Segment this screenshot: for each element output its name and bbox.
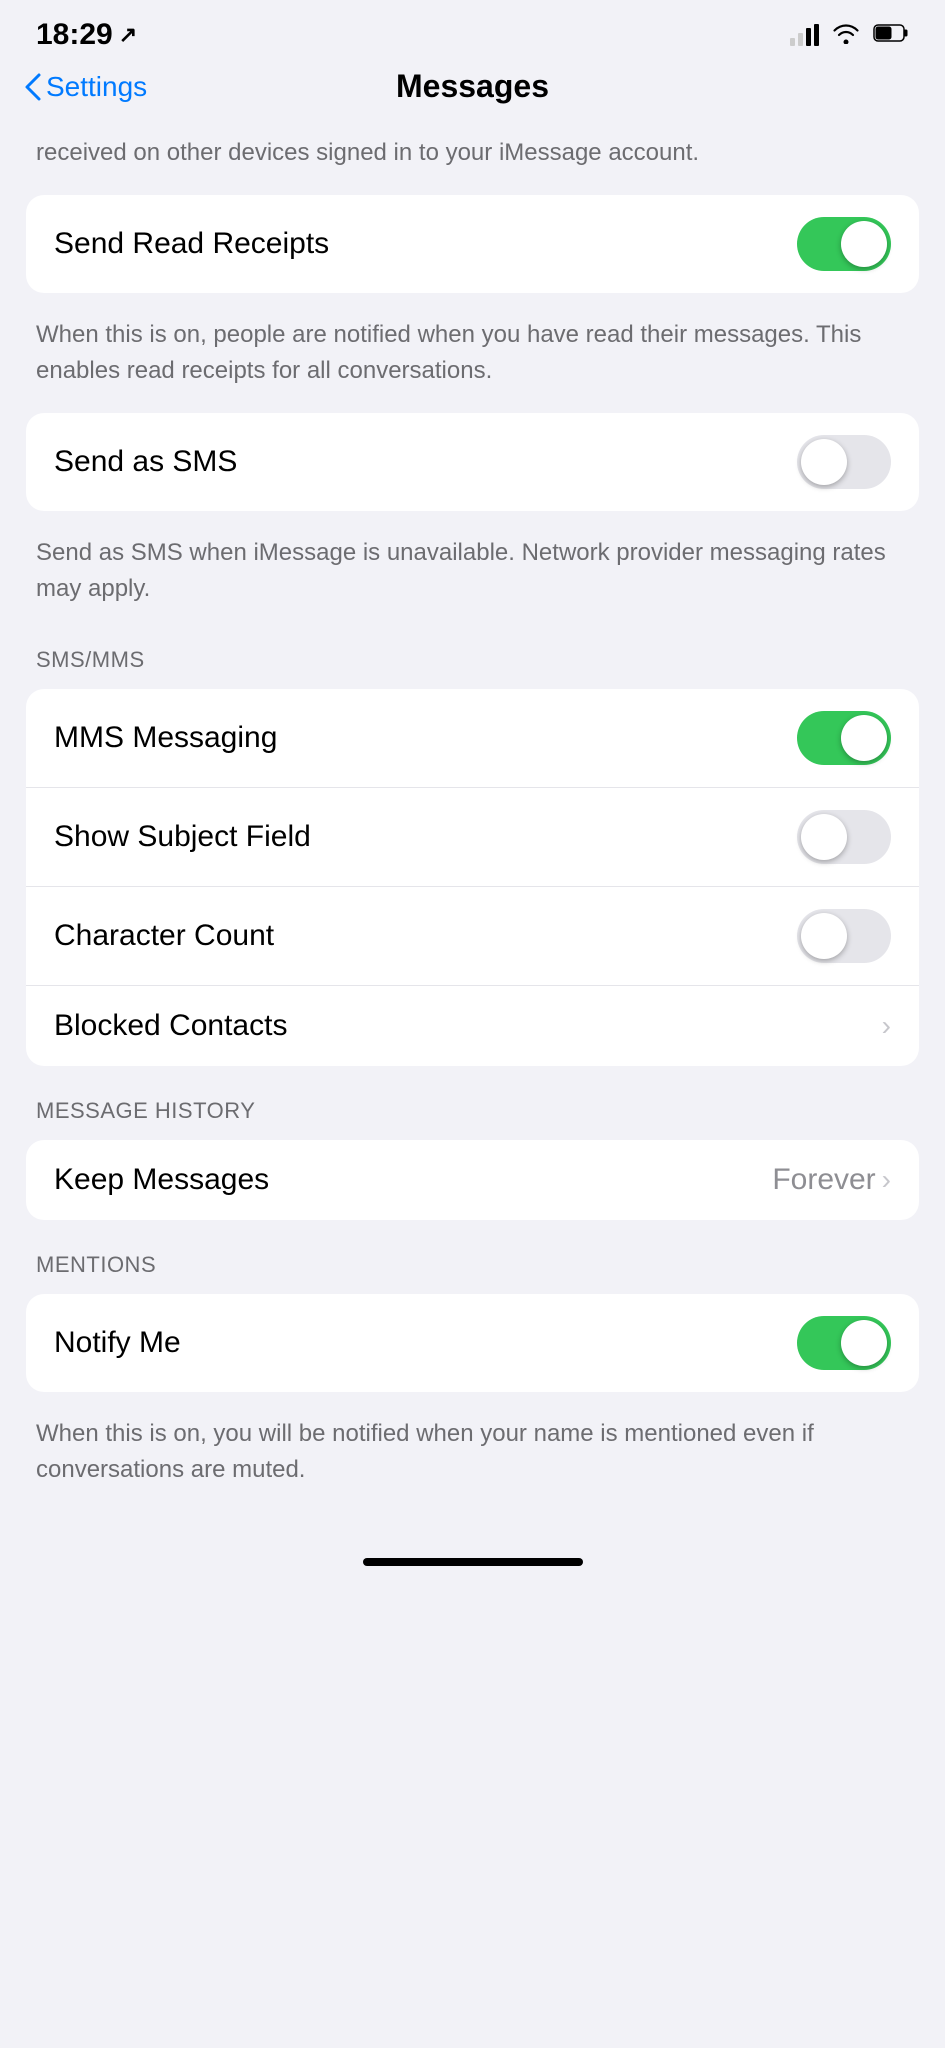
show-subject-field-toggle[interactable] (797, 810, 891, 864)
back-label: Settings (46, 71, 147, 103)
toggle-knob (801, 913, 847, 959)
sms-mms-section-label: SMS/MMS (0, 623, 945, 681)
show-subject-field-label: Show Subject Field (54, 820, 311, 854)
send-as-sms-description: Send as SMS when iMessage is unavailable… (0, 519, 945, 623)
send-read-receipts-label: Send Read Receipts (54, 227, 329, 261)
keep-messages-row[interactable]: Keep Messages Forever › (26, 1140, 919, 1220)
toggle-knob (841, 715, 887, 761)
character-count-toggle[interactable] (797, 909, 891, 963)
notify-me-toggle[interactable] (797, 1316, 891, 1370)
show-subject-field-row: Show Subject Field (26, 788, 919, 887)
blocked-contacts-chevron-icon: › (882, 1010, 891, 1042)
content-area: received on other devices signed in to y… (0, 119, 945, 1544)
send-read-receipts-card: Send Read Receipts (26, 195, 919, 293)
keep-messages-label: Keep Messages (54, 1163, 269, 1197)
send-as-sms-label: Send as SMS (54, 445, 237, 479)
send-read-receipts-description: When this is on, people are notified whe… (0, 301, 945, 405)
page-title: Messages (396, 68, 549, 105)
top-description: received on other devices signed in to y… (0, 119, 945, 187)
time-display: 18:29 (36, 18, 113, 52)
toggle-knob (841, 1320, 887, 1366)
send-as-sms-row: Send as SMS (26, 413, 919, 511)
notify-me-label: Notify Me (54, 1326, 181, 1360)
toggle-knob (841, 221, 887, 267)
status-icons (790, 22, 909, 49)
send-read-receipts-toggle[interactable] (797, 217, 891, 271)
status-bar: 18:29 ↗ (0, 0, 945, 62)
keep-messages-chevron-icon: › (882, 1164, 891, 1196)
back-chevron-icon (24, 72, 42, 102)
wifi-icon (831, 22, 861, 49)
message-history-section-label: MESSAGE HISTORY (0, 1074, 945, 1132)
mentions-section-label: MENTIONS (0, 1228, 945, 1286)
blocked-contacts-label: Blocked Contacts (54, 1009, 287, 1043)
status-time: 18:29 ↗ (36, 18, 137, 52)
keep-messages-value: Forever › (772, 1163, 891, 1197)
toggle-knob (801, 439, 847, 485)
home-bar (363, 1558, 583, 1566)
mentions-card: Notify Me (26, 1294, 919, 1392)
toggle-knob (801, 814, 847, 860)
mms-messaging-row: MMS Messaging (26, 689, 919, 788)
send-read-receipts-row: Send Read Receipts (26, 195, 919, 293)
message-history-card: Keep Messages Forever › (26, 1140, 919, 1220)
character-count-label: Character Count (54, 919, 274, 953)
send-as-sms-card: Send as SMS (26, 413, 919, 511)
keep-messages-value-text: Forever (772, 1163, 875, 1197)
nav-bar: Settings Messages (0, 62, 945, 119)
sms-mms-card: MMS Messaging Show Subject Field Charact… (26, 689, 919, 1066)
battery-icon (873, 24, 909, 47)
mms-messaging-label: MMS Messaging (54, 721, 277, 755)
notify-me-row: Notify Me (26, 1294, 919, 1392)
character-count-row: Character Count (26, 887, 919, 986)
signal-icon (790, 24, 819, 46)
home-indicator (0, 1544, 945, 1586)
send-as-sms-toggle[interactable] (797, 435, 891, 489)
mentions-description: When this is on, you will be notified wh… (0, 1400, 945, 1504)
location-arrow-icon: ↗ (119, 22, 137, 48)
blocked-contacts-row[interactable]: Blocked Contacts › (26, 986, 919, 1066)
mms-messaging-toggle[interactable] (797, 711, 891, 765)
back-button[interactable]: Settings (24, 71, 147, 103)
